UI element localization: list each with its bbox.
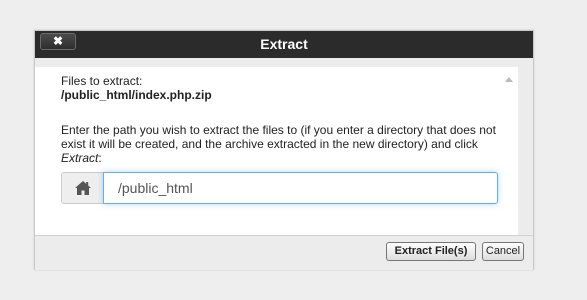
home-addon [61, 172, 104, 204]
dialog-titlebar[interactable]: Extract ✖ [35, 31, 533, 58]
files-to-extract-path: /public_html/index.php.zip [61, 88, 212, 102]
close-button[interactable]: ✖ [40, 33, 76, 50]
scroll-up-arrow-icon[interactable] [505, 77, 513, 82]
instructions-action: Extract [61, 151, 99, 165]
instructions-suffix: : [98, 151, 102, 165]
extract-path-input[interactable] [103, 172, 498, 204]
extract-instructions: Enter the path you wish to extract the f… [61, 123, 501, 165]
home-icon [75, 181, 91, 195]
content-scrollbar[interactable] [501, 71, 517, 247]
close-icon: ✖ [52, 34, 64, 48]
dialog-footer: Extract File(s) Cancel [35, 235, 533, 270]
dialog-title: Extract [260, 36, 308, 52]
path-input-group [61, 172, 499, 204]
extract-files-button[interactable]: Extract File(s) [386, 242, 476, 261]
instructions-text: Enter the path you wish to extract the f… [61, 123, 496, 151]
extract-dialog: Extract ✖ Files to extract: /public_html… [34, 30, 534, 270]
files-to-extract-label: Files to extract: [61, 74, 143, 88]
cancel-button[interactable]: Cancel [482, 242, 524, 261]
